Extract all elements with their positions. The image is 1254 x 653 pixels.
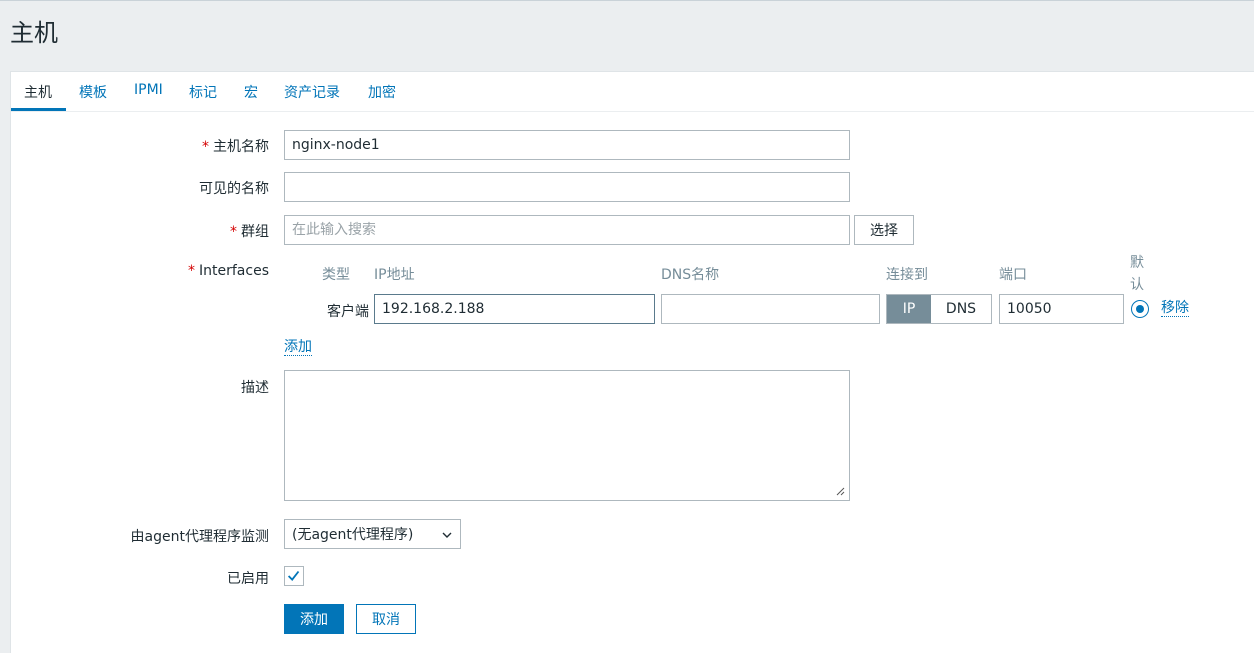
tab-tags[interactable]: 标记 xyxy=(189,82,217,102)
column-port: 端口 xyxy=(999,267,1027,283)
groups-search-input[interactable] xyxy=(284,215,850,245)
column-default-line1: 默 xyxy=(1130,255,1144,271)
visible-name-label: 可见的名称 xyxy=(199,181,269,197)
add-button[interactable]: 添加 xyxy=(284,604,344,634)
connect-to-toggle: IP DNS xyxy=(886,294,992,324)
resize-grip-icon[interactable] xyxy=(835,486,845,496)
top-border xyxy=(0,0,1254,1)
connect-dns-option[interactable]: DNS xyxy=(931,295,991,323)
enabled-label: 已启用 xyxy=(227,571,269,587)
interface-dns-input[interactable] xyxy=(661,294,880,324)
host-form-panel: 主机 模板 IPMI 标记 宏 资产记录 加密 *主机名称 可见的名称 *群组 … xyxy=(10,71,1254,653)
tab-bar: 主机 模板 IPMI 标记 宏 资产记录 加密 xyxy=(11,72,1254,112)
chevron-down-icon xyxy=(442,532,452,538)
tab-inventory[interactable]: 资产记录 xyxy=(284,82,340,102)
tab-encryption[interactable]: 加密 xyxy=(368,82,396,102)
page-title: 主机 xyxy=(10,19,58,47)
enabled-checkbox[interactable] xyxy=(284,566,304,586)
hostname-label: * 主机名称 xyxy=(202,139,269,155)
column-dns: DNS名称 xyxy=(661,267,720,283)
default-interface-radio[interactable] xyxy=(1131,300,1149,318)
checkmark-icon xyxy=(287,570,300,581)
remove-interface-link[interactable]: 移除 xyxy=(1161,300,1189,317)
column-type: 类型 xyxy=(322,267,350,283)
connect-ip-option[interactable]: IP xyxy=(887,295,931,323)
interface-port-input[interactable] xyxy=(999,294,1124,324)
description-textarea[interactable] xyxy=(284,370,850,501)
cancel-button[interactable]: 取消 xyxy=(356,604,416,634)
column-default-line2: 认 xyxy=(1130,277,1144,293)
tab-macros[interactable]: 宏 xyxy=(244,82,258,102)
description-label: 描述 xyxy=(241,380,269,396)
add-interface-link[interactable]: 添加 xyxy=(284,339,312,356)
required-mark: * xyxy=(202,139,209,155)
active-tab-indicator xyxy=(11,108,66,111)
column-connect-to: 连接到 xyxy=(886,267,928,283)
proxy-select-value: (无agent代理程序) xyxy=(292,527,414,543)
tab-host[interactable]: 主机 xyxy=(24,82,52,102)
column-ip: IP地址 xyxy=(374,267,415,283)
groups-select-button[interactable]: 选择 xyxy=(854,215,914,245)
interface-type: 客户端 xyxy=(327,304,369,320)
required-mark: * xyxy=(230,224,237,240)
proxy-label: 由agent代理程序监测 xyxy=(130,529,269,545)
visible-name-input[interactable] xyxy=(284,172,850,202)
interface-ip-input[interactable] xyxy=(374,294,655,324)
hostname-input[interactable] xyxy=(284,130,850,160)
tab-templates[interactable]: 模板 xyxy=(79,82,107,102)
groups-label: * 群组 xyxy=(230,224,269,240)
interfaces-label: * Interfaces xyxy=(188,263,269,279)
tab-ipmi[interactable]: IPMI xyxy=(134,82,163,98)
required-mark: * xyxy=(188,263,196,279)
proxy-select[interactable]: (无agent代理程序) xyxy=(284,519,461,549)
